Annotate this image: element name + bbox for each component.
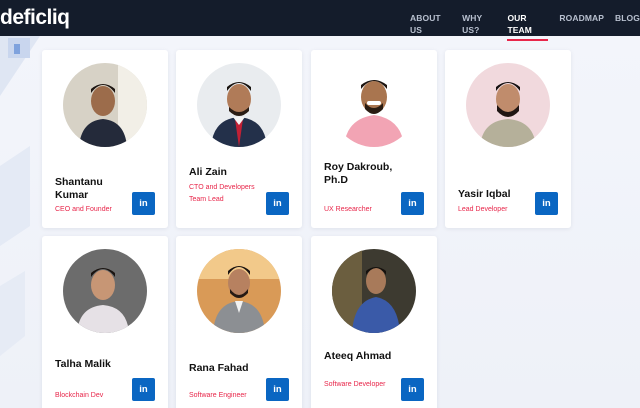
nav-menu: ABOUT US WHY US? OUR TEAM ROADMAP BLOG — [410, 12, 640, 41]
team-card: Talha Malik Blockchain Dev in — [42, 236, 168, 408]
member-name: Roy Dakroub, Ph.D — [324, 161, 393, 186]
member-role: CTO and Developers Team Lead — [189, 184, 255, 203]
team-card: Rana Fahad Software Engineer in — [176, 236, 302, 408]
linkedin-button[interactable]: in — [266, 192, 289, 215]
linkedin-icon: in — [273, 384, 282, 395]
member-role: Software Engineer — [189, 392, 247, 399]
member-name: Ali Zain — [189, 166, 227, 178]
member-name: Shantanu Kumar — [55, 176, 103, 201]
nav-about-us[interactable]: ABOUT US — [410, 12, 450, 36]
linkedin-button[interactable]: in — [535, 192, 558, 215]
linkedin-icon: in — [408, 384, 417, 395]
top-navbar: deficliq ABOUT US WHY US? OUR TEAM ROADM… — [0, 0, 640, 41]
member-role: CEO and Founder — [55, 206, 112, 213]
team-card: Shantanu Kumar CEO and Founder in — [42, 50, 168, 228]
member-name: Ateeq Ahmad — [324, 350, 392, 362]
member-role: Software Developer — [324, 381, 386, 388]
member-role: Lead Developer — [458, 206, 508, 213]
team-card: Yasir Iqbal Lead Developer in — [445, 50, 571, 228]
linkedin-icon: in — [139, 384, 148, 395]
site-logo[interactable]: deficliq — [0, 6, 70, 30]
member-name: Yasir Iqbal — [458, 188, 511, 200]
team-card: Roy Dakroub, Ph.D UX Researcher in — [311, 50, 437, 228]
member-role: Blockchain Dev — [55, 392, 104, 399]
nav-why-us[interactable]: WHY US? — [462, 12, 497, 36]
linkedin-button[interactable]: in — [266, 378, 289, 401]
nav-blog[interactable]: BLOG — [615, 12, 640, 36]
linkedin-icon: in — [408, 198, 417, 209]
member-role: UX Researcher — [324, 206, 372, 213]
linkedin-button[interactable]: in — [132, 192, 155, 215]
member-photo — [63, 249, 147, 333]
logo-text: deficliq — [0, 6, 70, 29]
member-photo — [197, 249, 281, 333]
member-photo — [466, 63, 550, 147]
linkedin-icon: in — [139, 198, 148, 209]
linkedin-icon: in — [273, 198, 282, 209]
member-photo — [332, 63, 416, 147]
nav-roadmap[interactable]: ROADMAP — [559, 12, 604, 36]
nav-our-team[interactable]: OUR TEAM — [507, 12, 549, 41]
member-photo — [63, 63, 147, 147]
linkedin-button[interactable]: in — [401, 378, 424, 401]
member-photo — [332, 249, 416, 333]
linkedin-button[interactable]: in — [132, 378, 155, 401]
linkedin-button[interactable]: in — [401, 192, 424, 215]
team-card: Ateeq Ahmad Software Developer in — [311, 236, 437, 408]
member-photo — [197, 63, 281, 147]
linkedin-icon: in — [542, 198, 551, 209]
member-name: Rana Fahad — [189, 362, 249, 374]
member-name: Talha Malik — [55, 358, 111, 370]
team-card: Ali Zain CTO and Developers Team Lead in — [176, 50, 302, 228]
